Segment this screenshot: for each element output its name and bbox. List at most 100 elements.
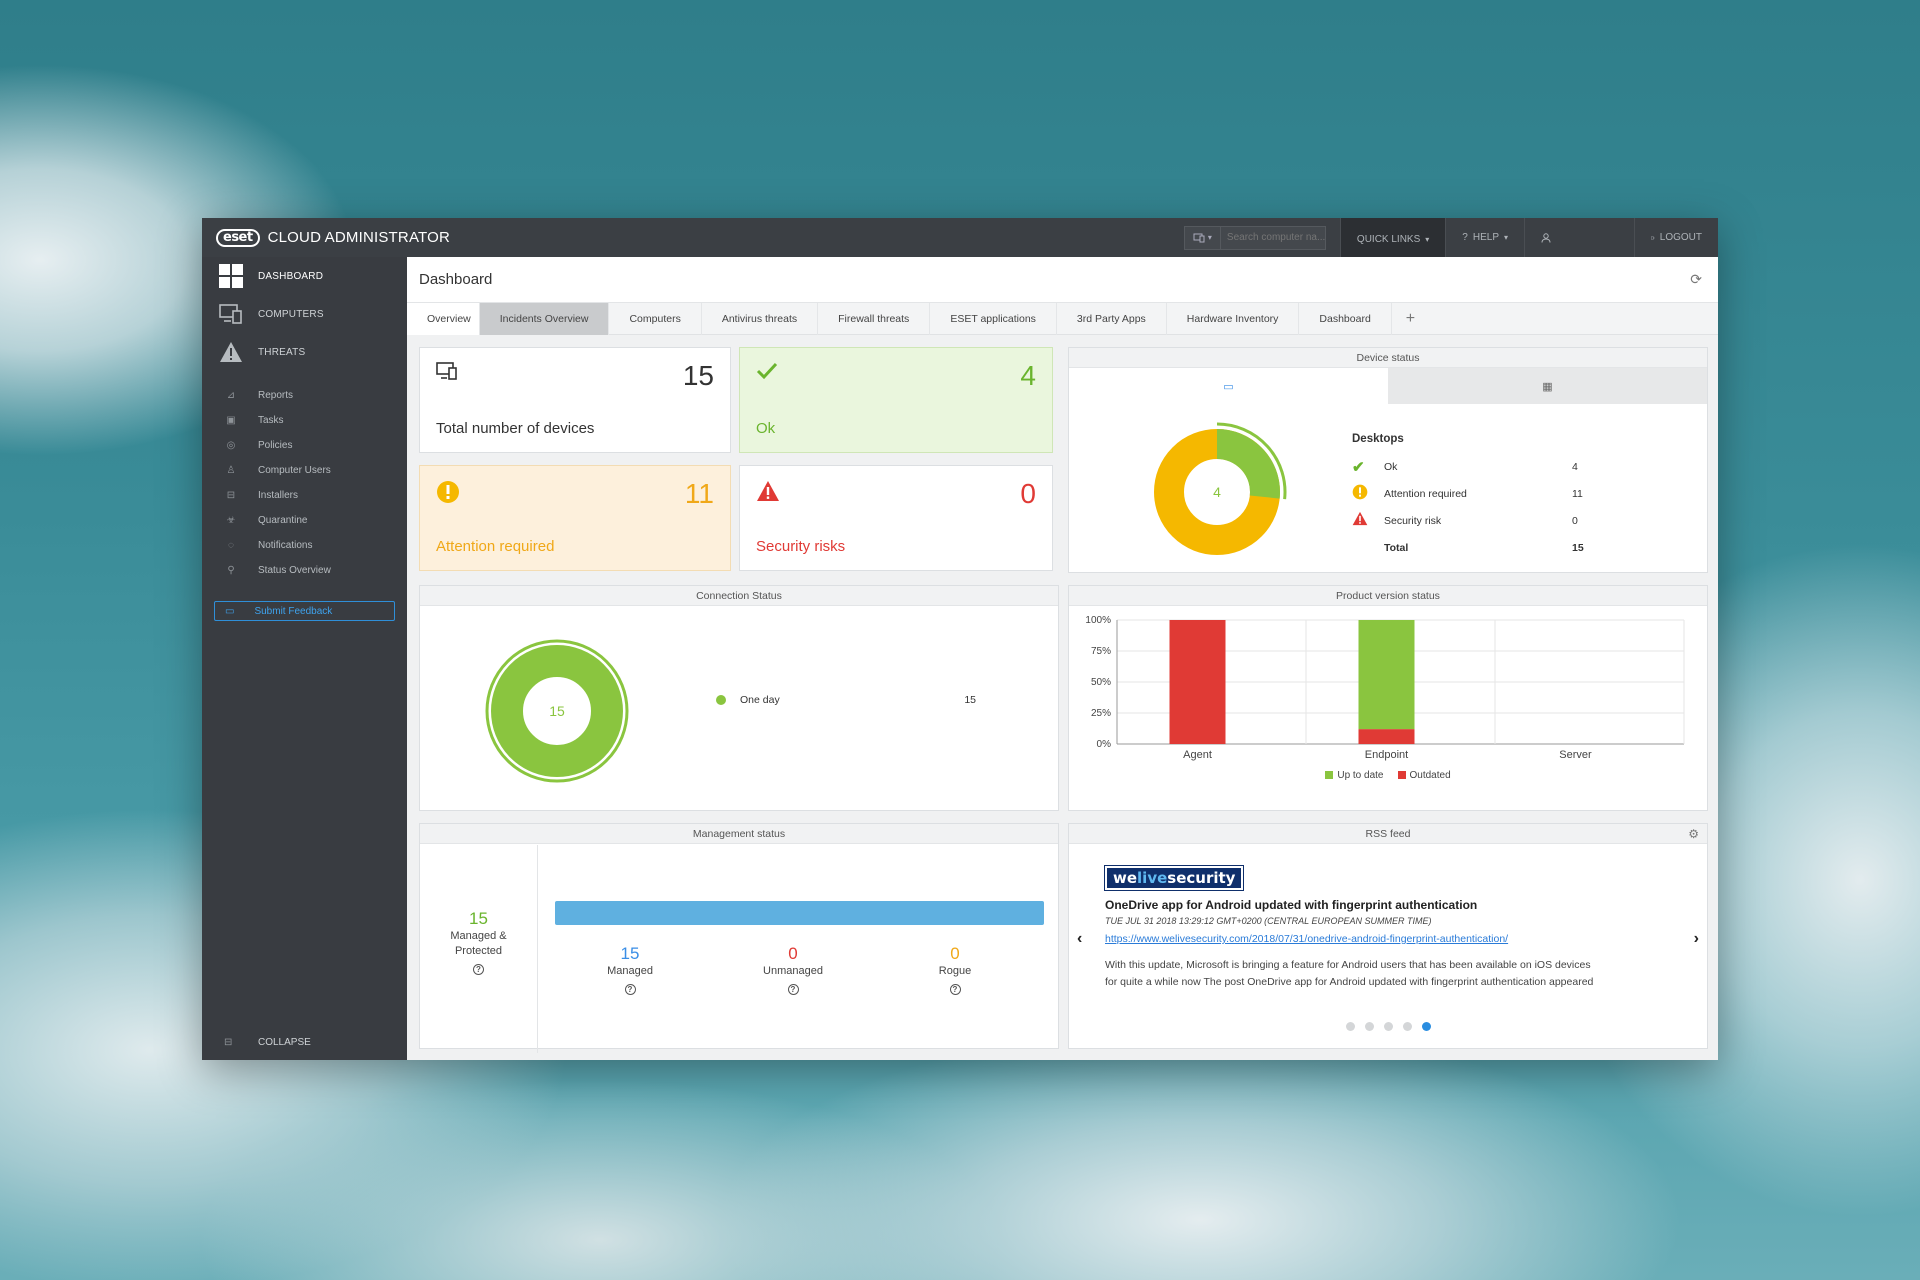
- sidebar-item-policies[interactable]: ◎ Policies: [202, 433, 407, 458]
- dashboard-grid-icon: [218, 263, 244, 289]
- y-tick-label: 50%: [1091, 677, 1111, 688]
- chevron-right-icon[interactable]: ›: [1694, 930, 1699, 948]
- help-menu[interactable]: ? HELP ▾: [1445, 218, 1524, 257]
- security-risks-card[interactable]: 0 Security risks: [739, 465, 1053, 571]
- rss-headline: OneDrive app for Android updated with fi…: [1105, 898, 1478, 912]
- tab-computers[interactable]: Computers: [609, 303, 702, 335]
- sidebar: DASHBOARD COMPUTERS THREATS ⊿ Reports ▣ Ta…: [202, 257, 407, 1060]
- sidebar-item-label: Installers: [258, 490, 299, 501]
- device-status-center: 4: [1213, 484, 1221, 500]
- product-version-legend: Up to date Outdated: [1069, 770, 1707, 781]
- sidebar-item-threats[interactable]: THREATS: [202, 333, 407, 371]
- legend-label: Security risk: [1384, 514, 1442, 527]
- sidebar-item-tasks[interactable]: ▣ Tasks: [202, 408, 407, 433]
- submit-feedback-label: Submit Feedback: [254, 605, 333, 617]
- legend-item-outdated: Outdated: [1397, 770, 1451, 781]
- bar-outdated: [1169, 620, 1226, 744]
- tab-3rd-party-apps[interactable]: 3rd Party Apps: [1057, 303, 1167, 335]
- legend-row: Attention required 11: [1352, 480, 1642, 507]
- sidebar-item-computers[interactable]: COMPUTERS: [202, 295, 407, 333]
- managed-bar[interactable]: [555, 901, 1044, 925]
- pagination-dot-active[interactable]: [1421, 1022, 1431, 1031]
- eset-logo: eset: [216, 228, 260, 247]
- sidebar-item-label: Reports: [258, 390, 294, 401]
- chevron-left-icon[interactable]: ‹: [1077, 930, 1082, 948]
- legend-row: ✔ Ok 4: [1352, 453, 1642, 480]
- collapse-button[interactable]: ⊟ COLLAPSE: [224, 1037, 311, 1048]
- quick-links-label: QUICK LINKS: [1356, 234, 1421, 245]
- managed-protected-value: 15: [469, 909, 488, 928]
- search-type-dropdown[interactable]: ▾: [1185, 226, 1221, 249]
- managed-stat: 15 Managed ?: [570, 944, 690, 997]
- refresh-icon[interactable]: ⟳: [1690, 271, 1702, 288]
- collapse-icon: ⊟: [224, 1037, 233, 1048]
- add-tab-icon[interactable]: +: [1392, 303, 1429, 335]
- sidebar-item-computer-users[interactable]: ♙ Computer Users: [202, 458, 407, 483]
- y-tick-label: 100%: [1085, 615, 1111, 626]
- security-risks-value: 0: [1020, 478, 1036, 509]
- sidebar-item-installers[interactable]: ⊟ Installers: [202, 483, 407, 508]
- tab-table-view[interactable]: ▦: [1388, 368, 1707, 404]
- tab-eset-applications[interactable]: ESET applications: [930, 303, 1057, 335]
- tab-dashboard[interactable]: Dashboard: [1299, 303, 1392, 335]
- sidebar-item-label: Notifications: [258, 540, 313, 551]
- help-icon[interactable]: ?: [787, 984, 799, 995]
- pagination-dot[interactable]: [1383, 1022, 1393, 1031]
- page-title: Dashboard: [419, 271, 493, 288]
- computers-icon: [218, 301, 244, 327]
- page-header: Dashboard ⟳: [407, 257, 1718, 303]
- user-menu[interactable]: [1524, 218, 1634, 257]
- legend-row: Security risk 0: [1352, 507, 1642, 534]
- tab-desktops-view[interactable]: ▭: [1069, 368, 1388, 404]
- feedback-icon: ▭: [225, 605, 235, 617]
- panel-title: Product version status: [1069, 586, 1707, 606]
- sidebar-item-label: THREATS: [258, 346, 306, 358]
- tab-hardware-inventory[interactable]: Hardware Inventory: [1167, 303, 1300, 335]
- tab-firewall-threats[interactable]: Firewall threats: [818, 303, 931, 335]
- ok-card[interactable]: 4 Ok: [739, 347, 1053, 453]
- pagination-dot[interactable]: [1345, 1022, 1355, 1031]
- tab-overview[interactable]: Overview: [407, 303, 480, 335]
- legend-label: One day: [740, 694, 780, 706]
- connection-legend: One day 15: [716, 694, 976, 706]
- management-status-panel: Management status 15 Managed & Protected…: [419, 823, 1059, 1053]
- logout-button[interactable]: LOGOUT: [1634, 218, 1718, 257]
- rss-article-link[interactable]: https://www.welivesecurity.com/2018/07/3…: [1105, 933, 1508, 945]
- attention-required-card[interactable]: 11 Attention required: [419, 465, 731, 571]
- sidebar-item-dashboard[interactable]: DASHBOARD: [202, 257, 407, 295]
- logout-icon: [1651, 235, 1655, 240]
- managed-protected-summary: 15 Managed & Protected ?: [420, 845, 538, 1053]
- pagination-dot[interactable]: [1364, 1022, 1374, 1031]
- help-icon[interactable]: ?: [949, 984, 961, 995]
- gear-icon[interactable]: ⚙: [1688, 827, 1699, 841]
- quick-links-menu[interactable]: QUICK LINKS ▾: [1339, 218, 1446, 261]
- total-devices-card[interactable]: 15 Total number of devices: [419, 347, 731, 453]
- rogue-label: Rogue: [938, 965, 972, 977]
- dashboard-tabs: Overview Incidents Overview Computers An…: [407, 303, 1718, 335]
- app-title: CLOUD ADMINISTRATOR: [267, 229, 451, 246]
- exclamation-circle-icon: [1352, 484, 1384, 504]
- logo-text: live: [1137, 869, 1168, 887]
- connection-status-panel: Connection Status 15 One day 15: [419, 585, 1059, 811]
- submit-feedback-button[interactable]: ▭ Submit Feedback: [214, 601, 395, 621]
- search-input[interactable]: [1220, 226, 1325, 249]
- help-label: HELP: [1472, 232, 1499, 243]
- sidebar-item-notifications[interactable]: ◌ Notifications: [202, 533, 407, 558]
- tab-antivirus-threats[interactable]: Antivirus threats: [702, 303, 819, 335]
- pagination-dot[interactable]: [1402, 1022, 1412, 1031]
- tab-incidents-overview[interactable]: Incidents Overview: [479, 303, 610, 335]
- legend-dot: [716, 695, 726, 705]
- logout-label: LOGOUT: [1659, 232, 1702, 243]
- help-icon[interactable]: ?: [624, 984, 636, 995]
- rss-excerpt-line: With this update, Microsoft is bringing …: [1105, 959, 1591, 971]
- computer-icon: [1193, 233, 1205, 242]
- sidebar-item-quarantine[interactable]: ☣ Quarantine: [202, 508, 407, 533]
- ok-label: Ok: [756, 420, 776, 437]
- legend-value: 0: [1572, 514, 1578, 527]
- panel-title: Management status: [420, 824, 1058, 844]
- warning-triangle-icon: [1352, 511, 1384, 530]
- sidebar-item-reports[interactable]: ⊿ Reports: [202, 383, 407, 408]
- managed-value: 15: [620, 944, 640, 963]
- help-icon[interactable]: ?: [473, 964, 484, 975]
- sidebar-item-status-overview[interactable]: ⚲ Status Overview: [202, 558, 407, 583]
